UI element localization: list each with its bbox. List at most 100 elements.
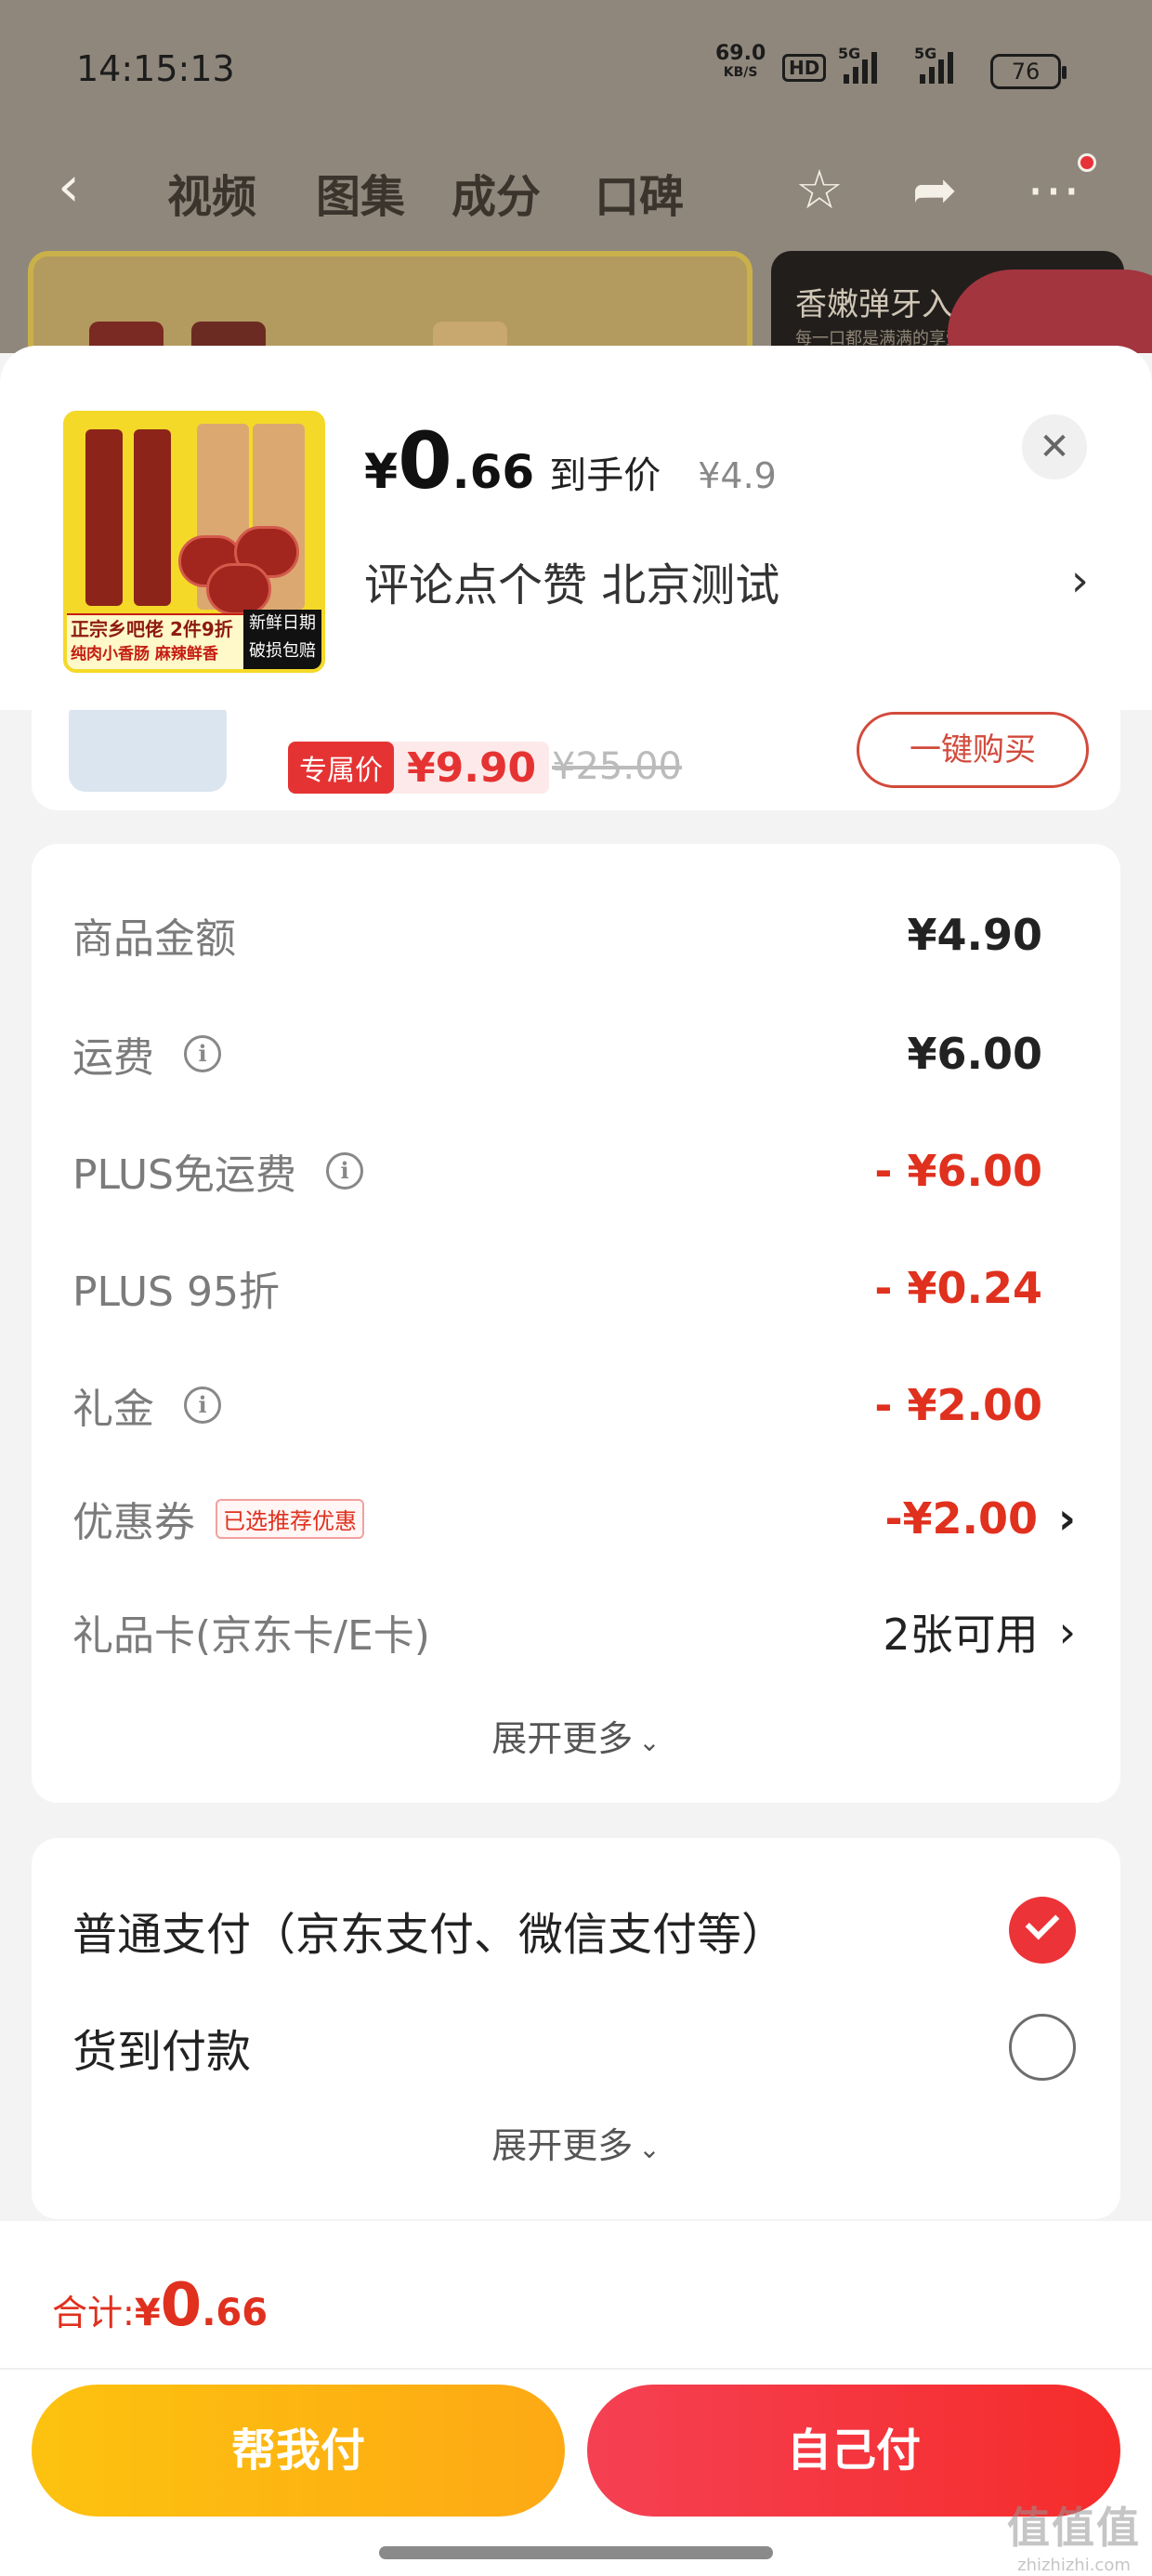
thumbnail-promo-subtext: 纯肉小香肠 麻辣鲜香 xyxy=(71,645,218,664)
chevron-right-icon: › xyxy=(1058,1493,1076,1544)
fee-row-cash-gift: 礼金 i - ¥2.00 xyxy=(72,1368,1076,1442)
fee-value: - ¥0.24 xyxy=(874,1263,1042,1313)
fee-value: ¥6.00 xyxy=(907,1029,1042,1079)
total-integer: 0 xyxy=(160,2271,203,2340)
exclusive-original-price: ¥25.00 xyxy=(552,745,682,788)
final-price: ¥ 0 .66 到手价 ¥4.9 xyxy=(364,422,777,500)
network-speed: 69.0 KB/S xyxy=(715,42,766,82)
fee-value: - ¥2.00 xyxy=(874,1380,1042,1430)
chevron-down-icon: ⌄ xyxy=(638,2134,661,2164)
status-time: 14:15:13 xyxy=(76,48,235,89)
info-icon[interactable]: i xyxy=(184,1035,221,1072)
payment-method-card: 普通支付（京东支付、微信支付等） 货到付款 展开更多 ⌄ xyxy=(32,1838,1120,2219)
price-integer: 0 xyxy=(398,415,452,506)
comment-text: 评论点个赞 北京测试 xyxy=(364,559,780,611)
expand-more-payment[interactable]: 展开更多 ⌄ xyxy=(32,2117,1120,2168)
chevron-right-icon: › xyxy=(1070,555,1089,607)
fee-value-wrap: -¥2.00 › xyxy=(884,1493,1076,1544)
check-icon[interactable] xyxy=(1009,1897,1076,1964)
fee-label: 商品金额 xyxy=(72,915,236,963)
fee-row-plus-discount: PLUS 95折 - ¥0.24 xyxy=(72,1251,1076,1325)
fee-label: 礼品卡(京东卡/E卡) xyxy=(72,1612,430,1660)
fee-row-gift-card[interactable]: 礼品卡(京东卡/E卡) 2张可用 › xyxy=(72,1595,1076,1669)
exclusive-price-value: ¥9.90 xyxy=(407,743,537,792)
sheet-header: 正宗乡吧佬 2件9折 纯肉小香肠 麻辣鲜香 新鲜日期破损包赔 ¥ 0 .66 到… xyxy=(0,346,1152,710)
close-icon[interactable]: ✕ xyxy=(1022,414,1087,480)
background-product-page: 香嫩弹牙入 每一口都是满满的享受 14:15:13 69.0 KB/S HD 5… xyxy=(0,0,1152,353)
fee-value: ¥4.90 xyxy=(907,910,1042,960)
total-label: 合计: xyxy=(52,2293,135,2333)
fee-row-coupon[interactable]: 优惠券 已选推荐优惠 -¥2.00 › xyxy=(72,1481,1076,1556)
exclusive-badge: 专属价 xyxy=(288,742,394,794)
payment-option-standard[interactable]: 普通支付（京东支付、微信支付等） xyxy=(72,1888,1076,1972)
payment-option-cod[interactable]: 货到付款 xyxy=(72,2005,1076,2089)
fee-label: 礼金 xyxy=(72,1386,154,1433)
payment-option-label: 普通支付（京东支付、微信支付等） xyxy=(72,1909,787,1961)
network-speed-unit: KB/S xyxy=(723,65,758,80)
tab-gallery[interactable]: 图集 xyxy=(316,160,405,225)
tab-reviews[interactable]: 口碑 xyxy=(595,160,684,225)
fee-row-shipping: 运费 i ¥6.00 xyxy=(72,1017,1076,1091)
share-icon[interactable]: ➦ xyxy=(899,154,970,225)
fee-value: -¥2.00 xyxy=(884,1493,1039,1544)
info-icon[interactable]: i xyxy=(326,1152,363,1189)
fee-label-wrap: PLUS免运费 i xyxy=(72,1141,363,1201)
tab-video[interactable]: 视频 xyxy=(167,160,256,225)
watermark-text: 值值值 xyxy=(1007,2503,1141,2553)
fee-label-wrap: 优惠券 已选推荐优惠 xyxy=(72,1489,364,1548)
thumbnail-guarantee-tag: 新鲜日期破损包赔 xyxy=(243,610,321,669)
original-price: ¥4.9 xyxy=(698,455,777,496)
comment-row[interactable]: 评论点个赞 北京测试 › xyxy=(364,548,1089,613)
home-indicator[interactable] xyxy=(379,2546,773,2559)
watermark: 值值值 zhizhizhi.com xyxy=(1007,2494,1141,2575)
exclusive-price: 专属价 ¥9.90 xyxy=(288,742,550,794)
fee-value: - ¥6.00 xyxy=(874,1146,1042,1196)
fee-value-wrap: 2张可用 › xyxy=(883,1601,1076,1663)
total-currency: ¥ xyxy=(134,2292,161,2334)
signal-1-label: 5G xyxy=(838,45,861,62)
signal-2-label: 5G xyxy=(914,45,937,62)
product-nav-bar: ‹ 视频 图集 成分 口碑 ☆ ➦ ⋯ xyxy=(0,149,1152,232)
help-me-pay-button[interactable]: 帮我付 xyxy=(32,2385,565,2517)
info-icon[interactable]: i xyxy=(184,1387,221,1424)
fee-breakdown-card: 商品金额 ¥4.90 运费 i ¥6.00 PLUS免运费 i - ¥6.00 … xyxy=(32,844,1120,1803)
offer-thumbnail xyxy=(69,699,227,792)
fee-label-wrap: 礼金 i xyxy=(72,1375,221,1435)
background-red-shape xyxy=(948,269,1152,353)
one-click-buy-button[interactable]: 一键购买 xyxy=(857,712,1089,788)
chevron-down-icon: ⌄ xyxy=(638,1727,661,1757)
radio-button[interactable] xyxy=(1009,2014,1076,2081)
fee-label: 优惠券 xyxy=(72,1499,195,1546)
expand-more-label: 展开更多 xyxy=(491,2125,634,2166)
coupon-recommended-tag: 已选推荐优惠 xyxy=(216,1498,364,1539)
status-bar: 14:15:13 69.0 KB/S HD 5G 5G 76 xyxy=(0,37,1152,102)
total-decimal: .66 xyxy=(202,2292,268,2334)
signal-icon-2: 5G xyxy=(914,45,953,84)
tab-ingredients[interactable]: 成分 xyxy=(452,160,541,225)
hd-icon: HD xyxy=(782,54,827,82)
promo-card-title: 香嫩弹牙入 xyxy=(795,286,953,323)
expand-more-fees[interactable]: 展开更多 ⌄ xyxy=(32,1710,1120,1761)
notification-dot xyxy=(1078,153,1096,172)
background-banner-image xyxy=(28,251,753,353)
fee-value: 2张可用 xyxy=(883,1610,1039,1660)
product-thumbnail: 正宗乡吧佬 2件9折 纯肉小香肠 麻辣鲜香 新鲜日期破损包赔 xyxy=(63,411,325,673)
fee-label: PLUS免运费 xyxy=(72,1151,296,1199)
thumbnail-promo-tag: 正宗乡吧佬 2件9折 纯肉小香肠 麻辣鲜香 xyxy=(67,613,243,669)
payment-option-label: 货到付款 xyxy=(72,2026,252,2078)
price-currency: ¥ xyxy=(364,444,399,500)
fee-label: 运费 xyxy=(72,1034,154,1082)
checkout-footer: 合计: ¥ 0 .66 帮我付 自己付 值值值 zhizhizhi.com xyxy=(0,2221,1152,2576)
price-decimal: .66 xyxy=(452,445,535,499)
signal-icon-1: 5G xyxy=(838,45,877,84)
fee-label: PLUS 95折 xyxy=(72,1268,280,1316)
expand-more-label: 展开更多 xyxy=(491,1718,634,1759)
thumbnail-promo-text: 正宗乡吧佬 2件9折 xyxy=(71,618,233,640)
fee-row-goods: 商品金额 ¥4.90 xyxy=(72,898,1076,972)
back-icon[interactable]: ‹ xyxy=(58,156,104,221)
total-amount: 合计: ¥ 0 .66 xyxy=(52,2271,268,2340)
battery-icon: 76 xyxy=(990,54,1067,89)
star-icon[interactable]: ☆ xyxy=(784,154,855,225)
network-speed-value: 69.0 xyxy=(715,42,766,65)
fee-label-wrap: 运费 i xyxy=(72,1024,221,1084)
